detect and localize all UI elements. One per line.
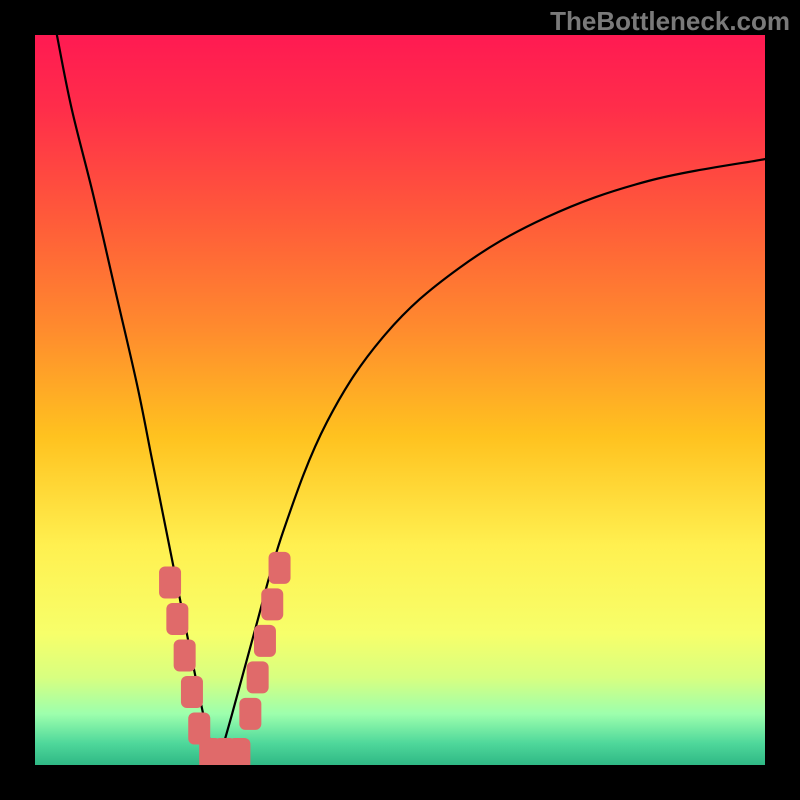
bottleneck-curve-chart bbox=[35, 35, 765, 765]
marker-point bbox=[269, 552, 291, 584]
marker-point bbox=[181, 676, 203, 708]
plot-area bbox=[35, 35, 765, 765]
marker-point bbox=[166, 603, 188, 635]
marker-point bbox=[228, 738, 250, 765]
watermark-text: TheBottleneck.com bbox=[550, 6, 790, 37]
marker-point bbox=[247, 661, 269, 693]
marker-point bbox=[254, 625, 276, 657]
chart-stage: TheBottleneck.com bbox=[0, 0, 800, 800]
gradient-background bbox=[35, 35, 765, 765]
marker-point bbox=[239, 698, 261, 730]
marker-point bbox=[174, 640, 196, 672]
marker-point bbox=[261, 588, 283, 620]
marker-point bbox=[159, 567, 181, 599]
